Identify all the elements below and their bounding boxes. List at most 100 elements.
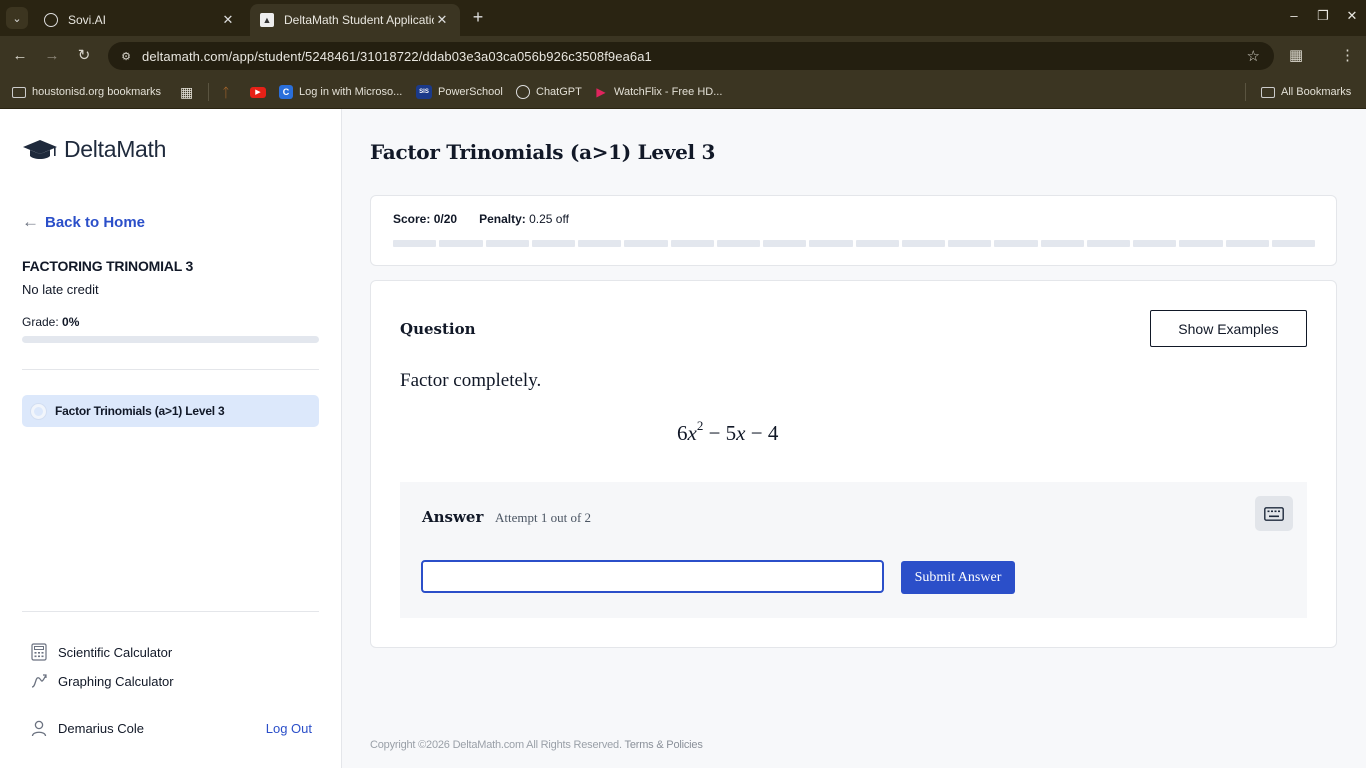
chatgpt-icon (516, 85, 530, 99)
show-examples-button[interactable]: Show Examples (1150, 310, 1307, 347)
arrow-left-icon: ← (22, 212, 39, 231)
new-tab-plus-icon[interactable]: + (468, 8, 488, 28)
sidebar: DeltaMath ← Back to Home FACTORING TRINO… (0, 109, 342, 768)
close-icon[interactable]: ✕ (434, 12, 450, 28)
divider (22, 369, 319, 370)
bookmark-label: PowerSchool (438, 86, 503, 98)
address-bar[interactable]: ⚙ deltamath.com/app/student/5248461/3101… (108, 42, 1274, 70)
scientific-calculator-label: Scientific Calculator (58, 644, 173, 660)
variable: x (687, 421, 697, 445)
progress-segment (1086, 240, 1130, 247)
minimize-icon[interactable]: – (1284, 8, 1304, 23)
tab-sovi[interactable]: Sovi.AI ✕ (34, 4, 246, 36)
progress-segment (670, 240, 714, 247)
bookmark-watchflix[interactable]: ▶ WatchFlix - Free HD... (594, 83, 722, 101)
restore-icon[interactable]: ❐ (1313, 8, 1333, 24)
deltamath-cap-icon: ▲ (260, 13, 274, 27)
bookmarks-bar: houstonisd.org bookmarks ▦ ᛏ ▶ C Log in … (0, 76, 1366, 109)
bookmark-chatgpt[interactable]: ChatGPT (516, 83, 582, 101)
progress-segment (855, 240, 899, 247)
reload-icon[interactable]: ↻ (74, 46, 94, 66)
forward-arrow-icon[interactable]: → (42, 46, 62, 66)
deltamath-logo[interactable]: DeltaMath (22, 136, 166, 163)
scientific-calculator-link[interactable]: Scientific Calculator (30, 643, 172, 661)
score-label: Score: (393, 212, 431, 226)
penalty: Penalty: 0.25 off (479, 212, 569, 226)
bookmark-houstonisd[interactable]: houstonisd.org bookmarks (12, 83, 161, 101)
site-settings-icon[interactable]: ⚙ (118, 48, 134, 64)
extensions-puzzle-icon[interactable]: ▦ (1289, 46, 1303, 64)
terms-link[interactable]: Terms & Policies (625, 739, 703, 751)
penalty-value: 0.25 off (529, 212, 569, 226)
back-arrow-icon[interactable]: ← (10, 46, 30, 66)
math-keyboard-button[interactable] (1255, 496, 1293, 531)
all-bookmarks[interactable]: All Bookmarks (1261, 83, 1351, 101)
graph-curve-icon (31, 674, 47, 688)
progress-segment (531, 240, 575, 247)
browser-menu-icon[interactable]: ⋮ (1340, 46, 1355, 64)
divider (22, 611, 319, 612)
keyboard-icon (1264, 506, 1284, 521)
log-out-link[interactable]: Log Out (266, 721, 312, 736)
deer-bookmark-icon[interactable]: ᛏ (222, 83, 230, 101)
progress-ring-icon (31, 403, 46, 419)
bookmark-star-icon[interactable]: ☆ (1247, 47, 1260, 65)
sis-badge-icon: SIS (416, 85, 432, 99)
bookmark-microsoft-login[interactable]: C Log in with Microso... (279, 83, 402, 101)
bookmark-label: Log in with Microso... (299, 86, 403, 98)
user-icon (31, 720, 47, 737)
progress-segment (948, 240, 992, 247)
youtube-icon: ▶ (250, 86, 266, 98)
tab-title: Sovi.AI (68, 13, 107, 27)
answer-label: Answer (422, 508, 484, 526)
question-prompt: Factor completely. (400, 370, 542, 391)
progress-segment (994, 240, 1038, 247)
question-card: Question Show Examples Factor completely… (370, 280, 1337, 648)
assignment-title: FACTORING TRINOMIAL 3 (22, 258, 194, 274)
late-credit-text: No late credit (22, 282, 99, 297)
progress-segment (1225, 240, 1269, 247)
bookmark-label: WatchFlix - Free HD... (614, 86, 723, 98)
answer-panel: Answer Attempt 1 out of 2 Submit Answer (400, 482, 1307, 618)
copyright-text: Copyright ©2026 DeltaMath.com All Rights… (370, 739, 622, 751)
skill-item-factor-trinomials[interactable]: Factor Trinomials (a>1) Level 3 (22, 395, 319, 427)
graphing-calculator-link[interactable]: Graphing Calculator (30, 672, 174, 690)
progress-segment (809, 240, 853, 247)
progress-segment (578, 240, 622, 247)
calculator-icon (31, 643, 47, 661)
back-to-home-link[interactable]: ← Back to Home (22, 212, 145, 232)
user-row: Demarius Cole Log Out (30, 719, 312, 737)
progress-segment (901, 240, 945, 247)
progress-segment (716, 240, 760, 247)
progress-segment (624, 240, 668, 247)
user-name: Demarius Cole (58, 720, 144, 736)
grade-text: Grade: 0% (22, 315, 79, 329)
sovi-logo-icon (44, 13, 58, 27)
window-close-icon[interactable]: ✕ (1342, 8, 1362, 24)
score-progress-segments (393, 240, 1315, 247)
answer-input[interactable] (421, 560, 884, 593)
progress-segment (1133, 240, 1177, 247)
progress-segment (485, 240, 529, 247)
submit-answer-button[interactable]: Submit Answer (901, 561, 1015, 594)
score-value: 0/20 (433, 212, 458, 226)
youtube-icon[interactable]: ▶ (250, 83, 272, 101)
bookmark-powerschool[interactable]: SIS PowerSchool (416, 83, 503, 101)
brand-name: DeltaMath (64, 136, 167, 162)
close-icon[interactable]: ✕ (220, 12, 236, 28)
skill-label: Factor Trinomials (a>1) Level 3 (55, 404, 225, 418)
folder-icon (12, 86, 26, 98)
page-title: Factor Trinomials (a>1) Level 3 (370, 140, 716, 164)
tab-search-chevron-icon[interactable]: ⌄ (6, 7, 28, 29)
tab-deltamath[interactable]: ▲ DeltaMath Student Application ✕ (250, 4, 460, 36)
divider (208, 83, 209, 101)
apps-grid-icon[interactable]: ▦ (180, 83, 193, 101)
grade-value: 0% (62, 315, 80, 329)
progress-segment (1271, 240, 1315, 247)
main-content: Factor Trinomials (a>1) Level 3 Score: 0… (342, 109, 1366, 768)
back-label: Back to Home (45, 213, 146, 231)
score-line: Score: 0/20 Penalty: 0.25 off (393, 212, 569, 226)
attempt-counter: Attempt 1 out of 2 (495, 510, 592, 525)
question-label: Question (400, 320, 476, 338)
variable: x (736, 421, 746, 445)
